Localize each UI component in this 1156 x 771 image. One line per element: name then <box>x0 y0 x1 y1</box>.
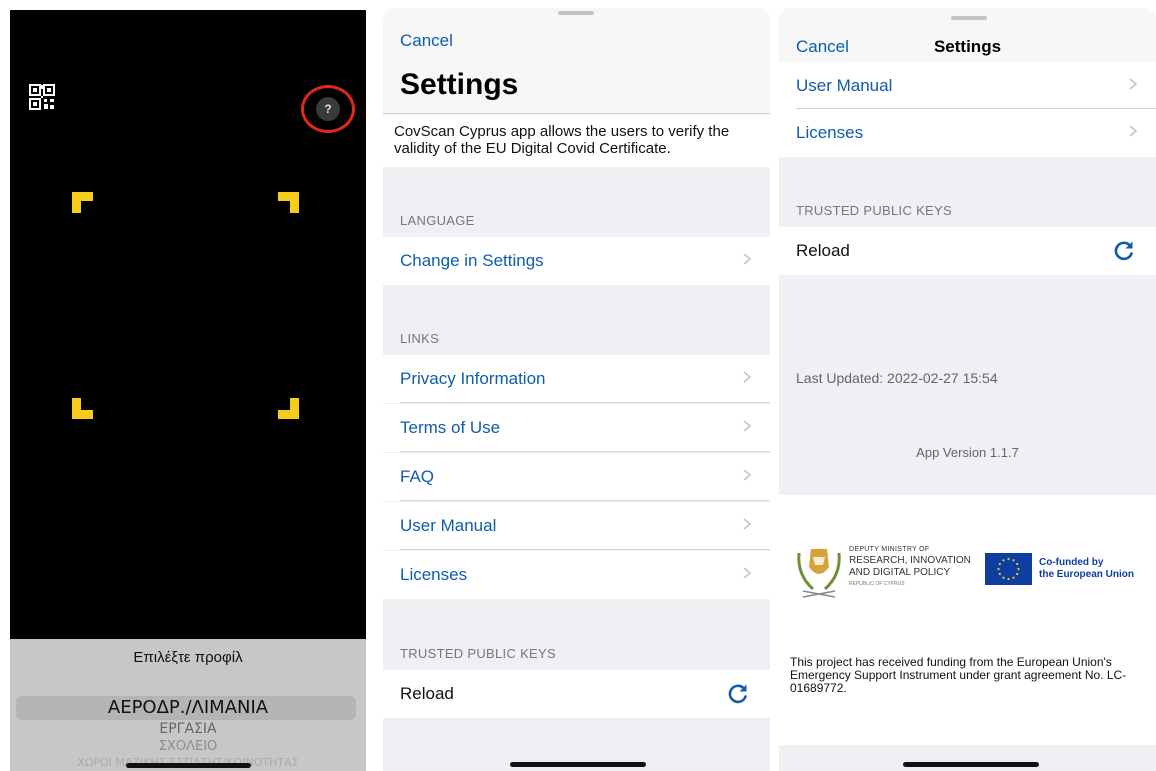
section-header-trusted-keys: TRUSTED PUBLIC KEYS <box>796 203 952 218</box>
chevron-right-icon <box>743 469 752 481</box>
row-label: Privacy Information <box>400 369 546 388</box>
reload-icon[interactable] <box>1112 239 1136 263</box>
chevron-right-icon <box>743 567 752 579</box>
eu-flag-icon <box>985 553 1032 585</box>
page-title: Settings <box>933 37 1002 56</box>
funding-note: This project has received funding from t… <box>790 655 1127 695</box>
row-separator <box>400 549 770 550</box>
home-indicator[interactable] <box>903 762 1039 767</box>
chevron-right-icon <box>743 420 752 432</box>
settings-header: Cancel Settings <box>779 8 1156 62</box>
last-updated-text: Last Updated: 2022-02-27 15:54 <box>796 370 998 386</box>
settings-header: Cancel Settings <box>383 8 770 114</box>
profile-picker-sheet: Επιλέξτε προφίλ ΑΕΡΟΔΡ./ΛΙΜΑΝΙΑ ΕΡΓΑΣΙΑ … <box>10 639 366 771</box>
profile-option-airports-ports[interactable]: ΑΕΡΟΔΡ./ΛΙΜΑΝΙΑ <box>10 697 366 718</box>
profile-option-school[interactable]: ΣΧΟΛΕΙΟ <box>10 739 366 754</box>
sheet-grabber[interactable] <box>951 16 987 20</box>
scanner-screen: ? Επιλέξτε προφίλ ΑΕΡΟΔΡ./ΛΙΜΑΝΙΑ ΕΡΓΑΣΙ… <box>10 10 366 771</box>
funding-footer: DEPUTY MINISTRY OF RESEARCH, INNOVATION … <box>779 495 1156 745</box>
help-button[interactable]: ? <box>316 97 340 121</box>
scan-frame-corner-bottom-left <box>72 398 93 419</box>
cancel-button[interactable]: Cancel <box>400 31 453 51</box>
help-highlight-ring: ? <box>301 85 355 133</box>
profile-picker-title: Επιλέξτε προφίλ <box>133 649 243 666</box>
scan-frame-corner-top-right <box>278 192 299 213</box>
row-reload-keys[interactable]: Reload <box>779 227 1156 275</box>
section-header-language: LANGUAGE <box>400 213 475 228</box>
row-user-manual[interactable]: User Manual <box>383 502 770 550</box>
row-label: User Manual <box>400 516 497 535</box>
settings-screen: Cancel Settings CovScan Cyprus app allow… <box>383 8 770 771</box>
row-label: Change in Settings <box>400 251 544 270</box>
row-user-manual[interactable]: User Manual <box>779 62 1156 109</box>
row-reload-keys[interactable]: Reload <box>383 670 770 718</box>
scan-frame-corner-bottom-right <box>278 398 299 419</box>
row-privacy-information[interactable]: Privacy Information <box>383 355 770 403</box>
cyprus-crest-icon <box>797 549 841 598</box>
row-label: Licenses <box>400 565 468 584</box>
row-change-language[interactable]: Change in Settings <box>383 237 770 285</box>
ministry-logo-line: REPUBLIC OF CYPRUS <box>849 581 905 587</box>
deputy-ministry-logo: DEPUTY MINISTRY OF RESEARCH, INNOVATION … <box>793 541 983 601</box>
sheet-grabber[interactable] <box>558 11 594 15</box>
ministry-logo-line: AND DIGITAL POLICY <box>849 567 951 578</box>
app-version-text: App Version 1.1.7 <box>916 445 1019 460</box>
eu-logo-line: Co-funded by <box>1039 557 1104 568</box>
home-indicator[interactable] <box>126 763 251 768</box>
section-header-links: LINKS <box>400 331 440 346</box>
qr-code-icon[interactable] <box>29 84 55 110</box>
row-separator <box>400 402 770 403</box>
scan-frame-corner-top-left <box>72 192 93 213</box>
row-licenses[interactable]: Licenses <box>383 551 770 599</box>
row-separator <box>400 451 770 452</box>
profile-option-work[interactable]: ΕΡΓΑΣΙΑ <box>10 721 366 737</box>
ministry-logo-line: DEPUTY MINISTRY OF <box>849 546 930 553</box>
settings-screen-scrolled: Cancel Settings User Manual Licenses TRU… <box>779 8 1156 771</box>
reload-icon[interactable] <box>726 682 750 706</box>
row-label: Reload <box>400 684 454 703</box>
section-header-trusted-keys: TRUSTED PUBLIC KEYS <box>400 646 556 661</box>
row-label: FAQ <box>400 467 435 486</box>
row-faq[interactable]: FAQ <box>383 453 770 501</box>
row-label: Licenses <box>796 123 864 142</box>
chevron-right-icon <box>1129 78 1138 90</box>
app-description: CovScan Cyprus app allows the users to v… <box>383 115 770 167</box>
chevron-right-icon <box>743 371 752 383</box>
chevron-right-icon <box>743 518 752 530</box>
row-label: User Manual <box>796 76 893 95</box>
row-label: Terms of Use <box>400 418 501 437</box>
row-label: Reload <box>796 241 850 260</box>
home-indicator[interactable] <box>510 762 646 767</box>
ministry-logo-line: RESEARCH, INNOVATION <box>849 555 971 566</box>
row-terms-of-use[interactable]: Terms of Use <box>383 404 770 452</box>
eu-cofunded-logo: Co-funded by the European Union <box>985 553 1145 587</box>
chevron-right-icon <box>1129 125 1138 137</box>
eu-logo-line: the European Union <box>1039 569 1134 580</box>
chevron-right-icon <box>743 253 752 265</box>
row-separator <box>400 500 770 501</box>
row-licenses[interactable]: Licenses <box>779 109 1156 157</box>
page-title: Settings <box>400 68 519 101</box>
